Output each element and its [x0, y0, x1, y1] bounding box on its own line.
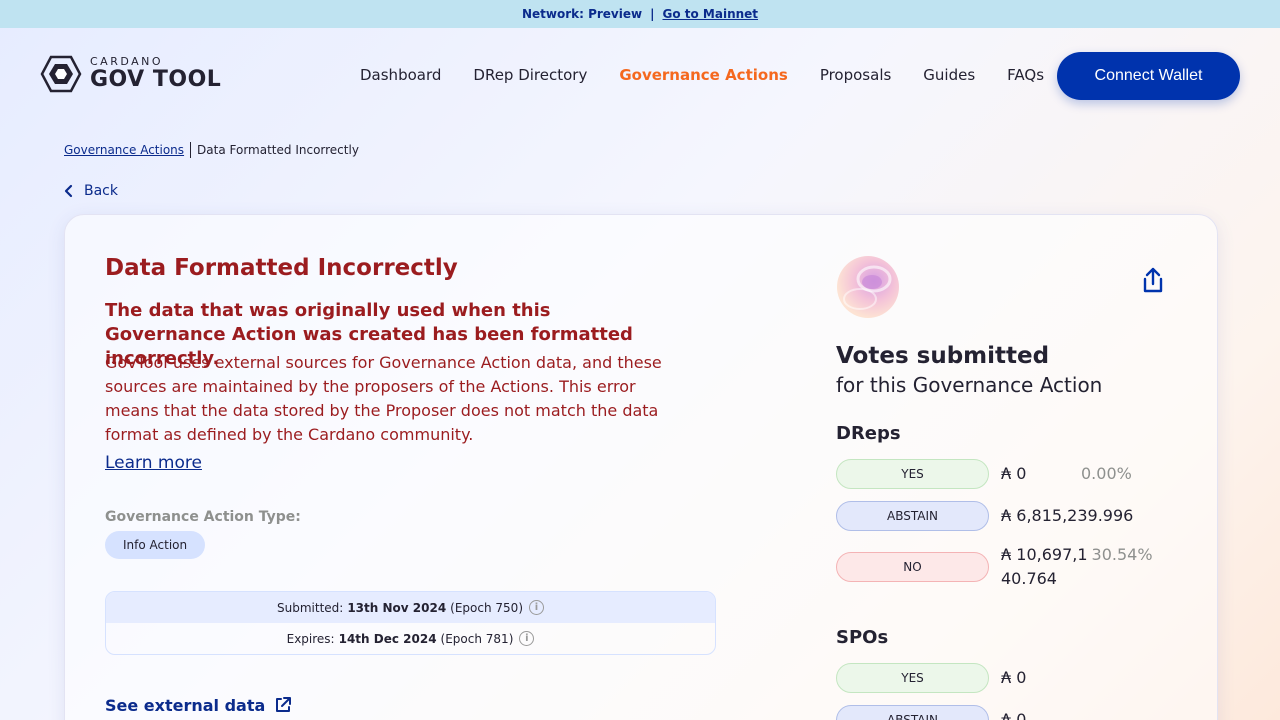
nav-dashboard[interactable]: Dashboard — [360, 66, 441, 84]
expires-row: Expires: 14th Dec 2024 (Epoch 781) i — [106, 623, 715, 654]
network-label: Network: Preview — [521, 7, 643, 21]
chevron-left-icon — [64, 184, 73, 198]
error-title: Data Formatted Incorrectly — [105, 255, 458, 281]
spo-abstain-row: ABSTAIN ₳ 0 — [836, 705, 1166, 720]
drep-no-amount-line1: ₳ 10,697,1 — [1001, 545, 1088, 564]
action-type-label: Governance Action Type: — [105, 509, 301, 525]
back-button[interactable]: Back — [64, 183, 118, 199]
dates-box: Submitted: 13th Nov 2024 (Epoch 750) i E… — [105, 591, 716, 655]
action-type-pill: Info Action — [105, 531, 206, 559]
votes-subtitle: for this Governance Action — [836, 373, 1103, 397]
expires-epoch: (Epoch 781) — [440, 631, 514, 646]
governance-action-card: Data Formatted Incorrectly The data that… — [64, 214, 1218, 720]
drep-no-row: NO ₳ 10,697,1 30.54% 40.764 — [836, 543, 1166, 591]
votes-title: Votes submitted — [836, 343, 1050, 369]
drep-no-pill: NO — [836, 552, 989, 582]
submitted-date: 13th Nov 2024 — [347, 600, 447, 615]
logo-govtool-text: GOV TOOL — [90, 67, 222, 92]
connect-wallet-button[interactable]: Connect Wallet — [1057, 52, 1240, 100]
back-label: Back — [84, 183, 118, 199]
drep-no-amount-line2: 40.764 — [1001, 569, 1057, 588]
expires-date: 14th Dec 2024 — [338, 631, 437, 646]
error-description: GovTool uses external sources for Govern… — [105, 353, 662, 444]
spo-abstain-pill: ABSTAIN — [836, 705, 989, 720]
external-data-label: See external data — [105, 695, 266, 715]
info-icon[interactable]: i — [529, 600, 544, 615]
breadcrumb-governance-actions[interactable]: Governance Actions — [64, 143, 184, 157]
go-to-mainnet-link[interactable]: Go to Mainnet — [662, 7, 758, 21]
cardano-hex-logo-icon — [40, 55, 82, 93]
drep-abstain-row: ABSTAIN ₳ 6,815,239.996 — [836, 501, 1166, 531]
network-banner: Network: Preview | Go to Mainnet — [0, 0, 1280, 28]
voting-orb-image — [837, 256, 899, 318]
nav-faqs[interactable]: FAQs — [1007, 66, 1044, 84]
submitted-label: Submitted: — [277, 600, 344, 615]
submitted-epoch: (Epoch 750) — [450, 600, 523, 615]
nav-guides[interactable]: Guides — [923, 66, 975, 84]
spo-yes-row: YES ₳ 0 — [836, 663, 1166, 693]
info-icon[interactable]: i — [519, 631, 535, 646]
share-icon[interactable] — [1141, 267, 1165, 295]
nav-governance-actions[interactable]: Governance Actions — [619, 66, 787, 84]
see-external-data-link[interactable]: See external data — [105, 695, 293, 715]
drep-yes-pill: YES — [836, 459, 989, 489]
expires-label: Expires: — [286, 631, 335, 646]
dreps-title: DReps — [836, 423, 901, 444]
drep-abstain-amount: ₳ 6,815,239.996 — [1001, 506, 1134, 525]
drep-no-percent: 30.54% — [1091, 545, 1153, 564]
nav-proposals[interactable]: Proposals — [820, 66, 891, 84]
spos-title: SPOs — [836, 627, 889, 648]
drep-no-amount: ₳ 10,697,1 30.54% 40.764 — [1001, 543, 1153, 591]
breadcrumb: Governance Actions Data Formatted Incorr… — [64, 142, 359, 158]
submitted-row: Submitted: 13th Nov 2024 (Epoch 750) i — [106, 592, 715, 623]
drep-yes-amount: ₳ 0 — [1001, 464, 1027, 483]
drep-yes-percent: 0.00% — [1081, 464, 1132, 483]
breadcrumb-current: Data Formatted Incorrectly — [197, 143, 359, 157]
external-link-icon — [276, 697, 292, 712]
nav-drep-directory[interactable]: DRep Directory — [473, 66, 587, 84]
drep-abstain-pill: ABSTAIN — [836, 501, 989, 531]
drep-yes-row: YES ₳ 0 0.00% — [836, 459, 1166, 489]
spo-abstain-amount: ₳ 0 — [1001, 710, 1027, 720]
network-separator: | — [650, 7, 655, 21]
learn-more-link[interactable]: Learn more — [105, 453, 202, 473]
main-nav: Dashboard DRep Directory Governance Acti… — [360, 66, 1076, 84]
spo-yes-amount: ₳ 0 — [1001, 668, 1027, 687]
govtool-logo[interactable]: CARDANO GOV TOOL — [40, 55, 221, 93]
header: CARDANO GOV TOOL Dashboard DRep Director… — [0, 28, 1280, 124]
breadcrumb-divider — [190, 142, 192, 158]
spo-yes-pill: YES — [836, 663, 989, 693]
